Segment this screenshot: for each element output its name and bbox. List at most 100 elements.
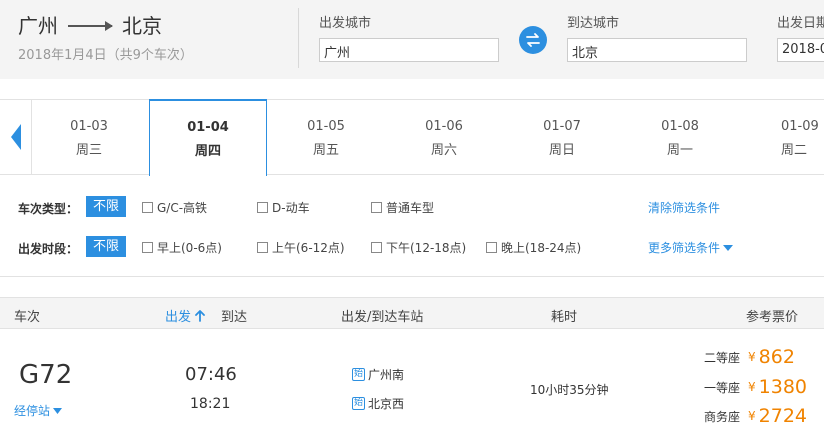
filter-option-normal[interactable]: 普通车型 bbox=[371, 199, 434, 216]
col-train: 车次 bbox=[14, 310, 41, 325]
depart-time: 07:46 bbox=[185, 364, 237, 385]
train-type-label: 车次类型： bbox=[18, 202, 79, 216]
route-from: 广州 bbox=[18, 14, 58, 38]
stops-link[interactable]: 经停站 bbox=[14, 402, 63, 419]
chevron-left-icon bbox=[10, 124, 21, 150]
date-tab-date: 01-04 bbox=[187, 120, 229, 135]
swap-cities-button[interactable] bbox=[519, 26, 547, 54]
checkbox[interactable] bbox=[486, 242, 497, 253]
origin-station-icon: 始 bbox=[352, 368, 365, 381]
seat-price: 1380 bbox=[758, 376, 807, 398]
filter-option-label: 上午(6-12点) bbox=[272, 241, 345, 255]
checkbox[interactable] bbox=[257, 242, 268, 253]
date-tab-weekday: 周四 bbox=[194, 144, 221, 159]
filter-divider bbox=[0, 276, 824, 277]
checkbox[interactable] bbox=[371, 202, 382, 213]
filter-option-evening[interactable]: 晚上(18-24点) bbox=[486, 239, 581, 256]
arrive-city-input[interactable]: 北京 bbox=[567, 38, 747, 62]
currency-symbol: ¥ bbox=[748, 380, 756, 394]
route-arrow-icon bbox=[68, 20, 113, 31]
col-depart-label: 出发 bbox=[165, 310, 192, 325]
checkbox[interactable] bbox=[142, 242, 153, 253]
filter-option-gc[interactable]: G/C-高铁 bbox=[142, 199, 207, 216]
seat-name: 二等座 bbox=[703, 350, 740, 365]
checkbox[interactable] bbox=[371, 242, 382, 253]
seat-price-business-class: 商务座 ¥ 2724 bbox=[700, 405, 807, 427]
route-to: 北京 bbox=[122, 14, 162, 38]
currency-symbol: ¥ bbox=[748, 409, 756, 423]
train-type-filter: 车次类型： 不限 G/C-高铁 D-动车 普通车型 清除筛选条件 bbox=[0, 196, 824, 220]
filter-option-label: D-动车 bbox=[272, 201, 310, 215]
date-selector: 01-03 周三 01-04 周四 01-05 周五 01-06 周六 01-0… bbox=[0, 99, 824, 176]
date-tab-date: 01-08 bbox=[661, 119, 699, 134]
seat-name: 商务座 bbox=[703, 409, 740, 424]
filter-option-d[interactable]: D-动车 bbox=[257, 199, 310, 216]
train-type-all-button[interactable]: 不限 bbox=[86, 196, 126, 217]
date-tab-weekday: 周日 bbox=[548, 143, 575, 158]
date-tab-date: 01-09 bbox=[781, 119, 819, 134]
route-subtitle: 2018年1月4日（共9个车次） bbox=[18, 48, 193, 63]
arrive-station: 始 北京西 bbox=[352, 395, 404, 412]
date-tab-date: 01-05 bbox=[307, 119, 345, 134]
seat-price-first-class: 一等座 ¥ 1380 bbox=[700, 376, 807, 398]
depart-time-label: 出发时段： bbox=[18, 242, 79, 256]
depart-date-input[interactable]: 2018-01-04 bbox=[777, 38, 824, 62]
col-stations: 出发/到达车站 bbox=[341, 310, 424, 325]
results-table-header: 车次 出发 到达 出发/到达车站 耗时 参考票价 bbox=[0, 297, 824, 329]
date-tab[interactable]: 01-07 周日 bbox=[503, 100, 621, 174]
checkbox[interactable] bbox=[142, 202, 153, 213]
caret-down-icon bbox=[723, 244, 734, 251]
caret-down-icon bbox=[53, 407, 63, 414]
date-tab-date: 01-07 bbox=[543, 119, 581, 134]
sort-by-depart-button[interactable]: 出发 bbox=[165, 306, 205, 325]
train-number: G72 bbox=[19, 360, 73, 390]
col-duration[interactable]: 耗时 bbox=[551, 306, 577, 325]
filter-option-early[interactable]: 早上(0-6点) bbox=[142, 239, 222, 256]
filter-option-label: G/C-高铁 bbox=[157, 201, 208, 215]
header-divider bbox=[298, 8, 299, 68]
date-tab[interactable]: 01-05 周五 bbox=[267, 100, 385, 174]
prev-dates-button[interactable] bbox=[0, 100, 32, 174]
depart-time-filter: 出发时段： 不限 早上(0-6点) 上午(6-12点) 下午(12-18点) 晚… bbox=[0, 236, 824, 260]
date-tab-date: 01-03 bbox=[70, 119, 108, 134]
date-tab[interactable]: 01-08 周一 bbox=[621, 100, 739, 174]
stops-link-label: 经停站 bbox=[14, 404, 51, 418]
depart-city-label: 出发城市 bbox=[319, 16, 372, 31]
filter-option-afternoon[interactable]: 下午(12-18点) bbox=[371, 239, 466, 256]
seat-price: 862 bbox=[758, 346, 795, 368]
date-tab-weekday: 周五 bbox=[312, 143, 339, 158]
route-title: 广州 北京 bbox=[18, 10, 162, 39]
filter-option-label: 晚上(18-24点) bbox=[501, 241, 582, 255]
seat-name: 一等座 bbox=[703, 380, 740, 395]
filter-option-morning[interactable]: 上午(6-12点) bbox=[257, 239, 345, 256]
more-filters-link[interactable]: 更多筛选条件 bbox=[648, 239, 734, 256]
seat-price: 2724 bbox=[758, 405, 807, 427]
duration: 10小时35分钟 bbox=[530, 383, 609, 397]
currency-symbol: ¥ bbox=[748, 350, 756, 364]
date-tab-weekday: 周三 bbox=[75, 143, 102, 158]
search-header: 广州 北京 2018年1月4日（共9个车次） 出发城市 广州 到达城市 北京 出… bbox=[0, 0, 824, 79]
col-arrive[interactable]: 到达 bbox=[221, 306, 247, 325]
arrive-station-name: 北京西 bbox=[368, 397, 405, 411]
depart-city-input[interactable]: 广州 bbox=[319, 38, 499, 62]
arrive-time: 18:21 bbox=[190, 396, 231, 412]
clear-filters-link[interactable]: 清除筛选条件 bbox=[648, 199, 720, 216]
date-tab[interactable]: 01-03 周三 bbox=[30, 100, 148, 174]
date-tab-active[interactable]: 01-04 周四 bbox=[149, 99, 267, 176]
origin-station-icon: 始 bbox=[352, 397, 365, 410]
filter-option-label: 下午(12-18点) bbox=[386, 241, 467, 255]
date-tab[interactable]: 01-09 周二 bbox=[739, 100, 824, 174]
seat-price-second-class: 二等座 ¥ 862 bbox=[700, 346, 795, 368]
arrive-city-label: 到达城市 bbox=[567, 16, 620, 31]
depart-time-all-button[interactable]: 不限 bbox=[86, 236, 126, 257]
filter-option-label: 早上(0-6点) bbox=[157, 241, 222, 255]
checkbox[interactable] bbox=[257, 202, 268, 213]
more-filters-label: 更多筛选条件 bbox=[648, 241, 721, 255]
swap-icon bbox=[526, 33, 540, 47]
date-tab-weekday: 周一 bbox=[666, 143, 693, 158]
date-tab-weekday: 周六 bbox=[430, 143, 457, 158]
depart-date-label: 出发日期 bbox=[777, 16, 824, 31]
date-tab-weekday: 周二 bbox=[781, 143, 808, 158]
date-tab[interactable]: 01-06 周六 bbox=[385, 100, 503, 174]
filter-option-label: 普通车型 bbox=[386, 201, 435, 215]
